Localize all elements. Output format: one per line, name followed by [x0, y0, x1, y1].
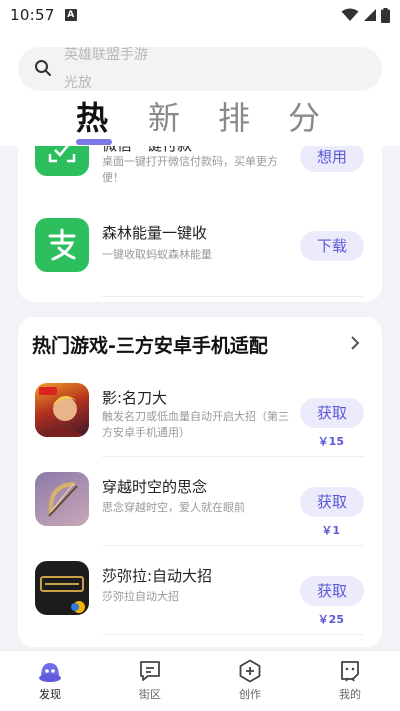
chevron-right-icon[interactable] [350, 335, 360, 351]
tab-category[interactable]: 分 [288, 93, 358, 139]
divider [102, 296, 364, 297]
section-title: 热门游戏-三方安卓手机适配 [32, 335, 268, 357]
search-icon [35, 60, 51, 76]
battery-icon [381, 7, 390, 23]
signal-icon [364, 9, 376, 21]
price: ￥15 [317, 435, 344, 448]
create-icon [239, 659, 261, 683]
get-button[interactable]: 获取 [300, 398, 364, 428]
list-item[interactable]: 莎弥拉:自动大招 莎弥拉自动大招 获取 ￥25 [18, 546, 382, 635]
tools-card: 微信一键付款 桌面一键打开微信付款码，买单更方便！ 想用 森林能量一键收 一键收… [18, 120, 382, 302]
game-icon-bow [35, 472, 89, 526]
tab-hot[interactable]: 热 [76, 93, 146, 145]
street-icon [140, 661, 160, 681]
nav-profile[interactable]: 我的 [300, 651, 400, 711]
status-time: 10:57 [10, 6, 55, 24]
nav-label: 我的 [339, 688, 361, 701]
nav-label: 街区 [139, 688, 161, 701]
game-name: 穿越时空的思念 [102, 478, 208, 496]
download-button[interactable]: 下载 [300, 231, 364, 261]
status-bar: 10:57 A [0, 0, 400, 30]
price: ￥1 [321, 524, 340, 537]
nav-label: 发现 [39, 688, 61, 701]
tab-category-label: 分 [288, 99, 321, 137]
status-indicators [341, 7, 390, 23]
tab-active-indicator [76, 139, 112, 145]
want-button[interactable]: 想用 [300, 142, 364, 172]
nav-label: 创作 [239, 688, 261, 701]
app-desc: 桌面一键打开微信付款码，买单更方便！ [102, 155, 278, 184]
price: ￥25 [317, 613, 344, 626]
lol-logo-icon [40, 576, 85, 613]
wifi-icon [341, 8, 359, 21]
list-item[interactable]: 影:名刀大 触发名刀或低血量自动开启大招（第三方安卓手机通用） 获取 ￥15 [18, 368, 382, 457]
app-name: 森林能量一键收 [102, 224, 208, 242]
game-desc: 思念穿越时空，爱人就在眼前 [102, 501, 245, 514]
tab-new[interactable]: 新 [148, 93, 218, 139]
alipay-logo-icon [48, 228, 76, 261]
game-icon-lol [35, 561, 89, 615]
game-icon-hero [35, 383, 89, 437]
divider [102, 634, 364, 635]
list-item[interactable]: 森林能量一键收 一键收取蚂蚁森林能量 下载 [18, 204, 382, 297]
category-tabs: 热 新 排 分 [62, 90, 362, 145]
alipay-icon [35, 218, 89, 272]
game-desc: 触发名刀或低血量自动开启大招（第三方安卓手机通用） [102, 410, 289, 439]
game-desc: 莎弥拉自动大招 [102, 590, 179, 603]
profile-icon [341, 661, 359, 682]
tab-new-label: 新 [148, 99, 181, 137]
search-placeholder-next: 光放 [64, 75, 92, 91]
hero-portrait-icon [39, 387, 85, 437]
get-button[interactable]: 获取 [300, 487, 364, 517]
search-placeholder: 英雄联盟手游 [64, 47, 148, 63]
bow-icon [48, 482, 78, 517]
game-name: 影:名刀大 [102, 389, 168, 407]
get-button[interactable]: 获取 [300, 576, 364, 606]
header: 英雄联盟手游 光放 热 新 排 分 [0, 30, 400, 146]
list-item[interactable]: 穿越时空的思念 思念穿越时空，爱人就在眼前 获取 ￥1 [18, 457, 382, 546]
notification-icon: A [64, 9, 77, 21]
nav-street[interactable]: 街区 [100, 651, 200, 711]
nav-discover[interactable]: 发现 [0, 651, 100, 711]
bottom-nav: 发现 街区 创作 我的 [0, 650, 400, 711]
game-name: 莎弥拉:自动大招 [102, 567, 213, 585]
tab-rank-label: 排 [218, 99, 251, 137]
discover-icon [39, 663, 61, 682]
nav-create[interactable]: 创作 [200, 651, 300, 711]
hot-games-card: 热门游戏-三方安卓手机适配 影:名刀大 触发名刀或低血量自动开启大招（第三方安卓… [18, 317, 382, 647]
search-input[interactable]: 英雄联盟手游 光放 [18, 47, 382, 91]
tab-rank[interactable]: 排 [218, 93, 288, 139]
tab-hot-label: 热 [76, 99, 109, 137]
search-placeholder-roll: 英雄联盟手游 光放 [64, 47, 148, 91]
app-desc: 一键收取蚂蚁森林能量 [102, 248, 212, 261]
